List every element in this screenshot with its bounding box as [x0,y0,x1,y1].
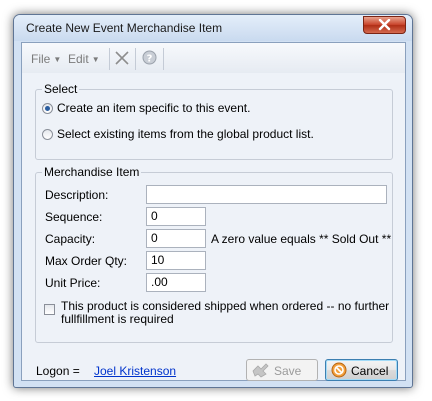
close-icon [378,19,391,31]
merchandise-group-legend: Merchandise Item [42,165,142,179]
file-menu[interactable]: File ▼ [31,52,61,66]
radio-select-existing-label: Select existing items from the global pr… [57,127,314,141]
sequence-field[interactable]: 0 [146,207,206,226]
description-field[interactable] [146,185,387,204]
cancel-button-label: Cancel [351,364,389,378]
toolbar-separator [109,48,110,70]
capacity-label: Capacity: [45,232,96,246]
edit-menu[interactable]: Edit ▼ [68,52,100,66]
title-bar[interactable]: Create New Event Merchandise Item [14,15,412,41]
logon-label: Logon = [36,364,80,378]
radio-button-unchecked[interactable] [42,129,53,140]
file-menu-label: File [31,52,51,66]
shipped-checkbox-label: This product is considered shipped when … [61,299,390,326]
save-button[interactable]: Save [246,359,318,381]
logon-user-link[interactable]: Joel Kristenson [94,364,176,378]
help-icon[interactable]: ? [142,50,157,65]
cancel-icon [331,362,347,378]
chevron-down-icon: ▼ [53,55,62,64]
save-icon [252,363,269,378]
radio-select-existing[interactable]: Select existing items from the global pr… [42,127,314,141]
dialog-window: Create New Event Merchandise Item File ▼ … [13,14,413,388]
radio-create-specific[interactable]: Create an item specific to this event. [42,101,250,115]
sequence-label: Sequence: [45,210,103,224]
radio-create-specific-label: Create an item specific to this event. [57,101,251,115]
unit-price-field[interactable]: .00 [146,273,206,292]
close-button[interactable] [363,16,406,34]
svg-text:?: ? [147,53,153,64]
toolbar-separator [163,48,164,70]
delete-icon[interactable] [115,51,129,65]
chevron-down-icon: ▼ [91,55,100,64]
save-button-label: Save [274,364,302,378]
dialog-client-area: File ▼ Edit ▼ ? Select Create an item spec… [21,42,406,381]
shipped-checkbox[interactable] [44,304,55,315]
window-title: Create New Event Merchandise Item [26,21,223,35]
cancel-button[interactable]: Cancel [325,359,398,381]
capacity-hint: A zero value equals ** Sold Out ** [211,232,392,246]
select-group: Select Create an item specific to this e… [35,82,393,160]
max-order-qty-field[interactable]: 10 [146,251,206,270]
radio-button-checked[interactable] [42,103,53,114]
select-group-legend: Select [42,82,80,96]
merchandise-item-group: Merchandise Item Description: Sequence: … [35,165,393,343]
toolbar: File ▼ Edit ▼ ? [22,43,405,73]
description-label: Description: [45,188,109,202]
edit-menu-label: Edit [68,52,89,66]
toolbar-separator [135,48,136,70]
unit-price-label: Unit Price: [45,276,101,290]
capacity-field[interactable]: 0 [146,229,206,248]
max-order-qty-label: Max Order Qty: [45,254,128,268]
